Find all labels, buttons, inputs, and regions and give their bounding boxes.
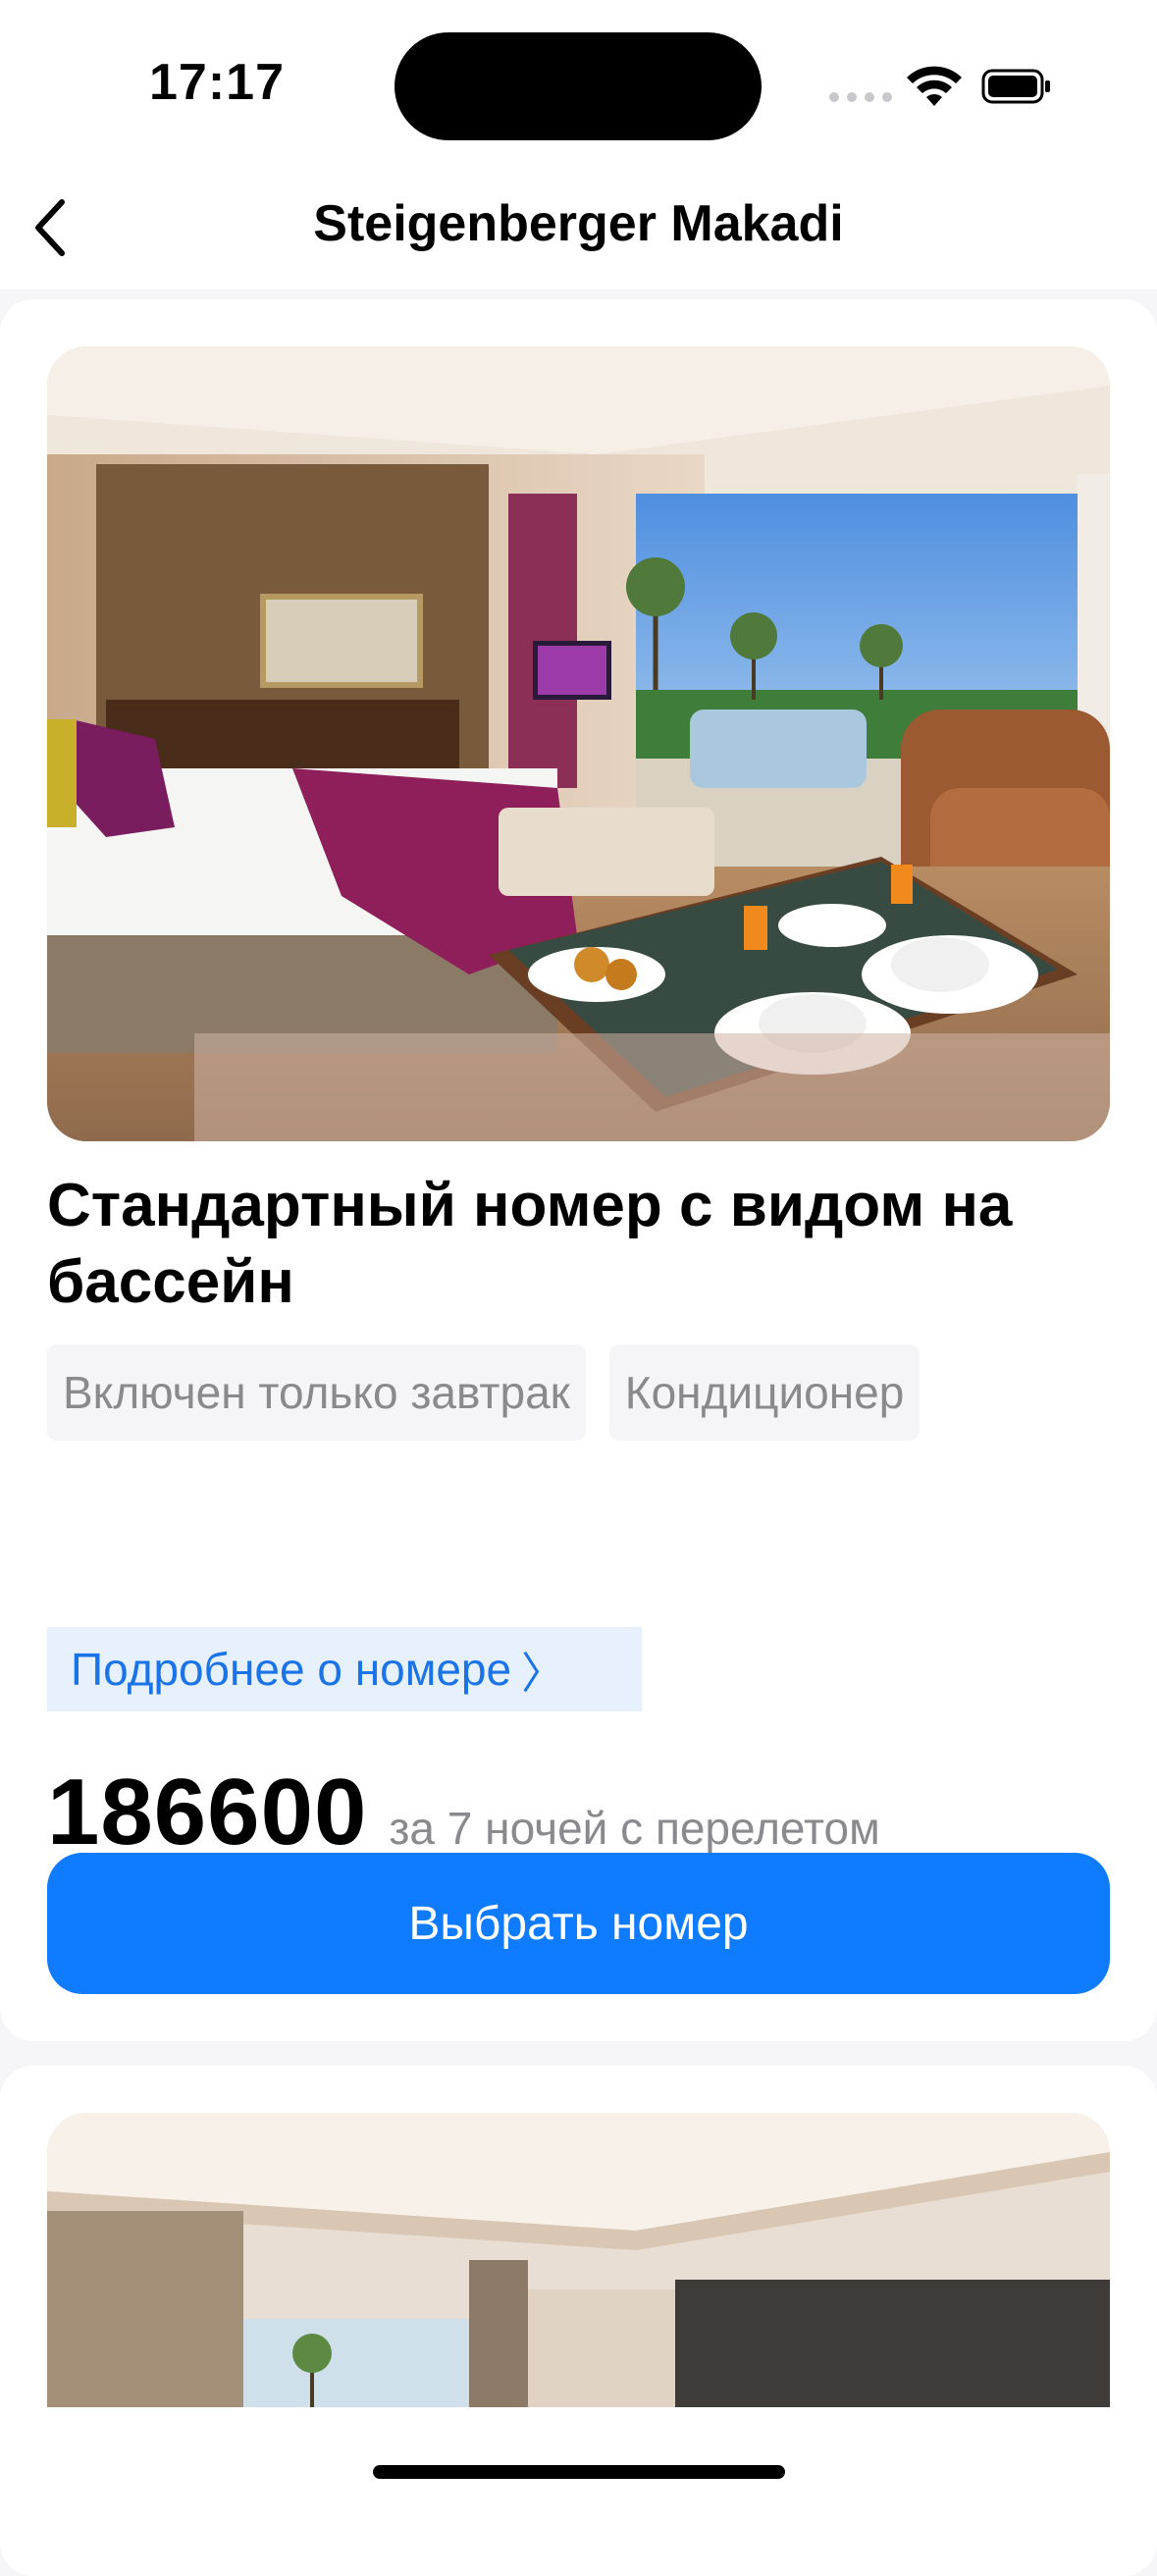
room-photo-image <box>47 2113 1110 2407</box>
status-time: 17:17 <box>149 54 285 111</box>
room-details-link[interactable]: Подробнее о номере 〉 <box>47 1627 642 1711</box>
price-row: 186600 за 7 ночей с перелетом <box>47 1759 880 1866</box>
battery-icon <box>981 69 1050 104</box>
room-photo[interactable] <box>47 2113 1110 2407</box>
page-title: Steigenberger Makadi <box>313 195 844 252</box>
chevron-right-icon: 〉 <box>521 1650 565 1698</box>
room-card: Стандартный номер с видом на бассейн Вкл… <box>0 299 1157 2041</box>
tag-breakfast: Включен только завтрак <box>47 1344 586 1441</box>
room-photo-image <box>47 346 1110 1141</box>
select-room-button[interactable]: Выбрать номер <box>47 1853 1110 1994</box>
room-photo[interactable] <box>47 346 1110 1141</box>
price-value: 186600 <box>47 1760 368 1865</box>
status-bar: 17:17 <box>0 0 1157 167</box>
navigation-bar: Steigenberger Makadi <box>0 167 1157 289</box>
dynamic-island <box>394 32 762 140</box>
price-note: за 7 ночей с перелетом <box>389 1803 880 1854</box>
home-indicator-area <box>0 2409 1157 2508</box>
room-title: Стандартный номер с видом на бассейн <box>47 1172 1013 1316</box>
cellular-signal-icon <box>829 92 892 102</box>
room-details-label: Подробнее о номере <box>71 1644 512 1695</box>
wifi-icon <box>907 66 962 106</box>
home-indicator[interactable] <box>373 2465 785 2479</box>
tag-air-conditioner: Кондиционер <box>608 1344 920 1441</box>
room-tags: Включен только завтрак Кондиционер <box>47 1344 920 1441</box>
